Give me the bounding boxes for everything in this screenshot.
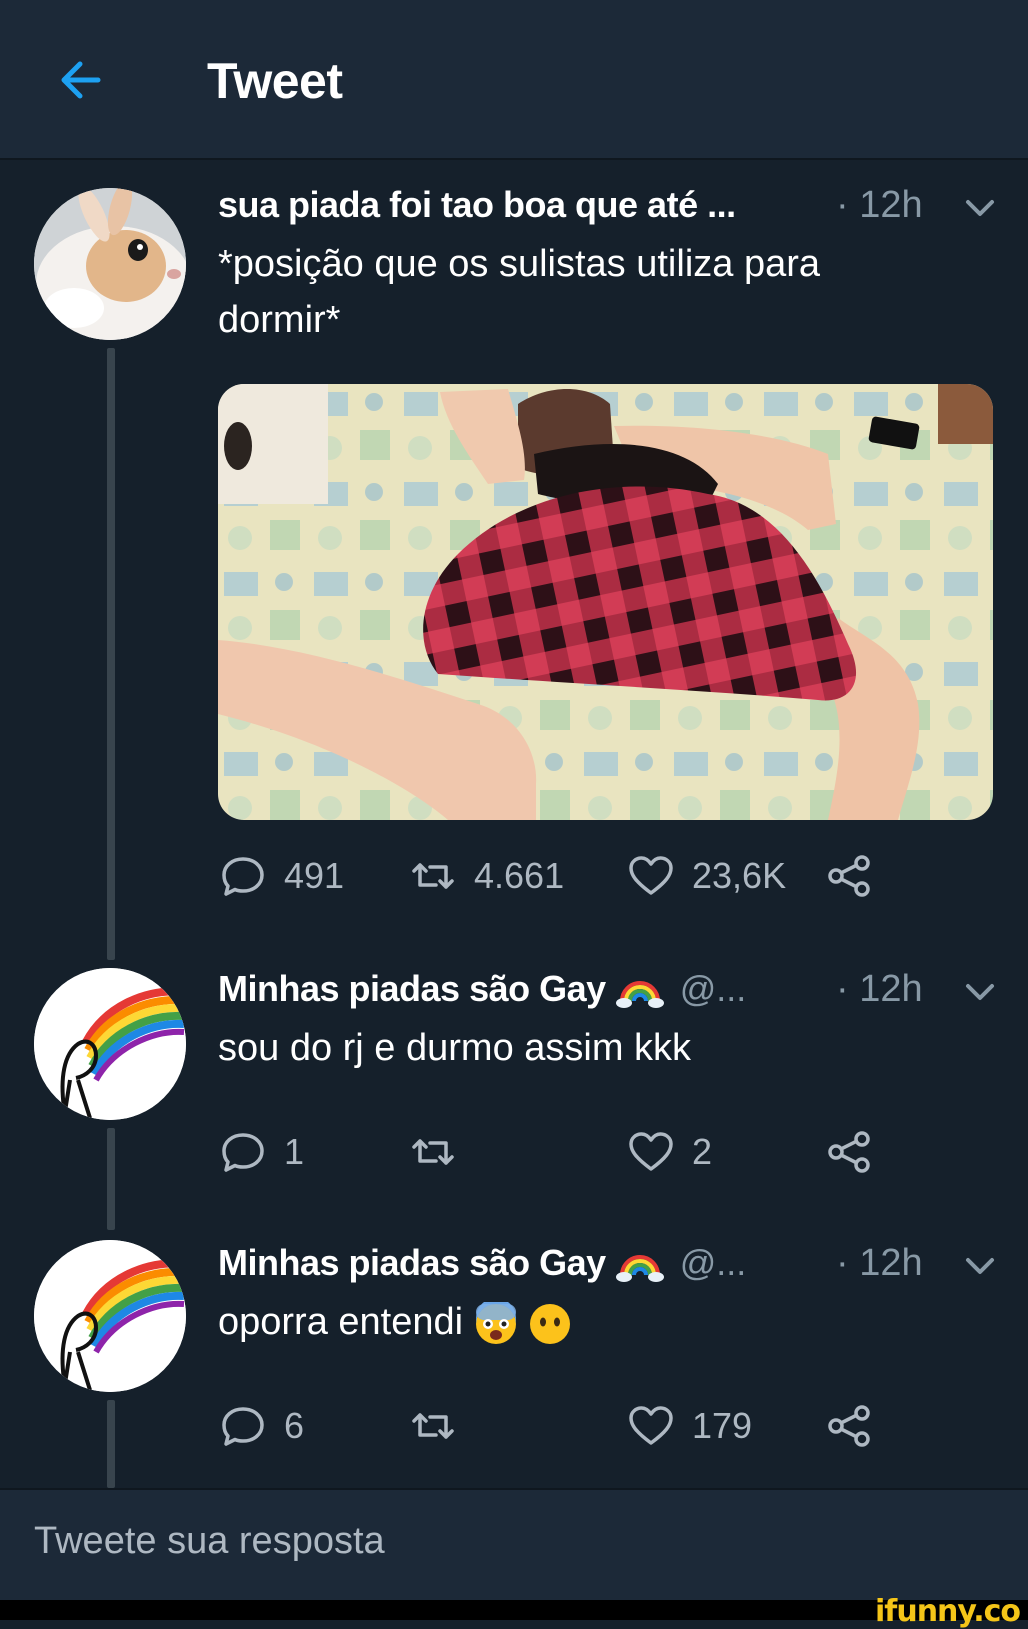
rainbow-emoji [615, 981, 664, 1009]
retweet-button[interactable]: 4.661 [408, 846, 564, 906]
share-icon [828, 855, 870, 897]
like-button[interactable]: 23,6K [626, 846, 786, 906]
tweet-text-content: oporra entendi [218, 1301, 464, 1343]
like-button[interactable]: 2 [626, 1122, 712, 1182]
heart-icon [629, 1132, 673, 1171]
tweet-header: Minhas piadas são Gay @... · 12h [218, 968, 998, 1018]
retweet-icon [412, 1413, 454, 1439]
tweet-text-line: dormir* [218, 299, 341, 341]
display-name[interactable]: Minhas piadas são Gay [218, 968, 606, 1009]
reply-count: 6 [284, 1405, 305, 1446]
rainbow-puke-avatar-icon [34, 1240, 186, 1392]
share-icon [828, 1131, 870, 1173]
rainbow-puke-avatar-icon [34, 968, 186, 1120]
share-button[interactable] [824, 846, 874, 906]
share-button[interactable] [824, 1122, 874, 1182]
share-icon [828, 1405, 870, 1447]
top-app-bar: Tweet [0, 0, 1028, 160]
tweet-text: *posição que os sulistas utiliza para do… [218, 236, 958, 348]
retweet-icon [412, 863, 454, 889]
thread-line [107, 1128, 115, 1230]
fearful-face-emoji [475, 1301, 516, 1344]
user-handle[interactable]: @... [680, 1242, 747, 1283]
bottom-strip [0, 1600, 1028, 1620]
timestamp: · 12h [836, 1242, 923, 1284]
face-without-mouth-emoji [530, 1303, 571, 1344]
reply-count: 1 [284, 1131, 305, 1172]
arrow-left-icon[interactable] [52, 52, 108, 108]
thread-line [107, 348, 115, 960]
rabbit-avatar-icon [34, 188, 186, 340]
reply-button[interactable]: 491 [218, 846, 344, 906]
share-button[interactable] [824, 1396, 874, 1456]
page-title: Tweet [207, 53, 343, 109]
like-button[interactable]: 179 [626, 1396, 752, 1456]
avatar[interactable] [34, 188, 186, 340]
timestamp: · 12h [836, 968, 923, 1010]
reply-icon [222, 1133, 264, 1172]
retweet-button[interactable] [408, 1122, 458, 1182]
chevron-down-icon[interactable] [960, 972, 1000, 1012]
reply-icon [222, 1407, 264, 1446]
tweet-text: sou do rj e durmo assim kkk [218, 1027, 692, 1069]
thread-line [107, 1400, 115, 1488]
tweet-actions: 491 4.661 23,6K [218, 846, 918, 906]
retweet-button[interactable] [408, 1396, 458, 1456]
avatar[interactable] [34, 1240, 186, 1392]
heart-icon [629, 856, 673, 895]
display-name[interactable]: Minhas piadas são Gay [218, 1242, 606, 1283]
like-count: 179 [692, 1405, 753, 1446]
user-handle[interactable]: @... [680, 968, 747, 1009]
reply-count: 491 [284, 855, 345, 896]
chevron-down-icon[interactable] [960, 188, 1000, 228]
rainbow-emoji [615, 1255, 664, 1283]
reply-button[interactable]: 1 [218, 1122, 304, 1182]
like-count: 2 [692, 1131, 713, 1172]
timestamp: · 12h [836, 184, 923, 226]
reply-button[interactable]: 6 [218, 1396, 304, 1456]
tweet-actions: 6 179 [218, 1396, 918, 1456]
tweet-media-image[interactable] [218, 384, 993, 820]
reply-input[interactable]: Tweete sua resposta [0, 1488, 1028, 1602]
avatar[interactable] [34, 968, 186, 1120]
tweet-actions: 1 2 [218, 1122, 918, 1182]
like-count: 23,6K [692, 855, 787, 896]
chevron-down-icon[interactable] [960, 1246, 1000, 1286]
watermark-logo: ifunny.co [875, 1594, 1021, 1629]
heart-icon [629, 1406, 673, 1445]
reply-placeholder: Tweete sua resposta [34, 1520, 385, 1562]
photo-illustration [218, 384, 993, 820]
retweet-count: 4.661 [474, 855, 565, 896]
tweet-header: sua piada foi tao boa que até ... · 12h [218, 184, 998, 234]
reply-icon [222, 857, 264, 896]
tweet-text-line: *posição que os sulistas utiliza para [218, 243, 821, 285]
tweet-header: Minhas piadas são Gay @... · 12h [218, 1242, 998, 1292]
retweet-icon [412, 1139, 454, 1165]
tweet-text: oporra entendi [218, 1294, 958, 1350]
display-name[interactable]: sua piada foi tao boa que até ... [218, 184, 736, 225]
